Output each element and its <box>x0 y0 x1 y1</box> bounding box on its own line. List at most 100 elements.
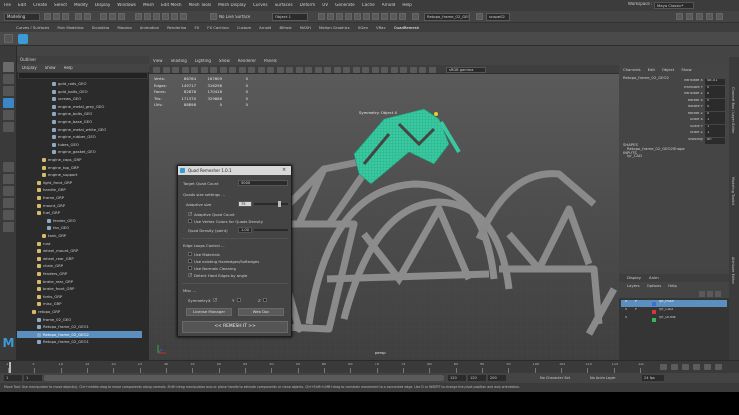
paint-select-icon[interactable] <box>3 86 14 96</box>
channel-attribute-value[interactable]: 1 <box>705 131 725 137</box>
range-start-field[interactable]: 1 <box>24 375 42 381</box>
channel-attribute-row[interactable]: Rotate Z0 <box>669 111 725 118</box>
menu-generate[interactable]: Generate <box>335 3 355 7</box>
viewport-toolbar-icon[interactable] <box>172 66 179 73</box>
select-by-name-icon[interactable] <box>476 13 483 20</box>
new-layer-icon[interactable] <box>715 291 721 297</box>
shelf-tab-sculpting[interactable]: Sculpting <box>92 26 110 30</box>
start-time-field[interactable]: 1 <box>4 375 22 381</box>
viewport-toolbar-icon[interactable] <box>181 66 189 73</box>
outliner-row[interactable]: Retopo_frame_02_GEO2 <box>17 330 142 339</box>
snap-curve-icon[interactable] <box>144 13 151 20</box>
outliner-row[interactable]: mount_GRP <box>37 202 149 210</box>
menu-modify[interactable]: Modify <box>74 3 88 7</box>
menu-set-dropdown[interactable]: Modeling <box>4 13 40 21</box>
viewport-toolbar-icon[interactable] <box>314 66 322 73</box>
viewport-toolbar-icon[interactable] <box>267 66 274 73</box>
range-bar[interactable] <box>44 375 444 381</box>
web-doc-button[interactable]: Web Doc <box>238 308 284 316</box>
outliner-row[interactable]: screws_GEO <box>52 95 149 103</box>
menu-arnold[interactable]: Arnold <box>382 3 396 7</box>
move-layer-up-icon[interactable] <box>699 291 705 297</box>
live-surface-icon[interactable] <box>210 13 217 20</box>
arnold-render-icon[interactable] <box>363 13 370 20</box>
viewport-toolbar-icon[interactable] <box>390 66 398 73</box>
outliner-row[interactable]: frame_GRP <box>37 194 149 202</box>
channel-attribute-row[interactable]: Rotate X0 <box>669 98 725 105</box>
symmetry-object-field[interactable]: Object 1 <box>272 13 308 21</box>
quad-density-input[interactable]: 1.00 <box>238 227 252 233</box>
quad-density-slider[interactable] <box>254 229 288 231</box>
layout-icon[interactable] <box>3 198 14 208</box>
outliner-row[interactable]: wheel_rear_GRP <box>37 255 149 263</box>
viewport-toolbar-icon[interactable] <box>419 66 426 73</box>
outliner-row[interactable]: misc_GRP <box>37 300 149 308</box>
snap-point-icon[interactable] <box>153 13 160 20</box>
edge-loops-section[interactable]: Edge Loops Control ... <box>183 243 225 248</box>
outliner-search-input[interactable] <box>18 72 148 79</box>
shelf-tab-vray[interactable]: VRay <box>376 26 386 30</box>
license-manager-button[interactable]: License Manager <box>186 308 232 316</box>
quadremesher-shelf-icon[interactable] <box>18 34 28 44</box>
menu-deform[interactable]: Deform <box>300 3 316 7</box>
scale-tool-icon[interactable] <box>3 122 14 132</box>
channel-attribute-value[interactable]: 0 <box>705 105 725 111</box>
outliner-row[interactable]: fenders_GRP <box>37 270 149 278</box>
channel-attribute-row[interactable]: Translate X 48.01 <box>669 79 725 85</box>
range-end-field[interactable]: 120 <box>448 375 466 381</box>
select-component-icon[interactable] <box>118 13 125 20</box>
outliner-row[interactable]: gold_bolts_GEO <box>52 88 149 96</box>
close-icon[interactable]: × <box>282 167 286 173</box>
viewport-toolbar-icon[interactable] <box>333 66 341 73</box>
hypershade-layout-icon[interactable] <box>3 222 14 232</box>
outliner-row[interactable]: engine_base_GEO <box>52 118 149 126</box>
channel-attribute-value[interactable]: 1 <box>705 118 725 124</box>
viewport-toolbar-icon[interactable] <box>248 66 255 73</box>
viewport-toolbar-icon[interactable] <box>286 66 293 73</box>
rotate-tool-icon[interactable] <box>3 110 14 120</box>
viewport-toolbar-icon[interactable] <box>371 66 379 73</box>
channel-box-icon[interactable] <box>716 13 723 20</box>
menu-mesh-tools[interactable]: Mesh Tools <box>189 3 212 7</box>
misc-section[interactable]: Misc ... <box>183 288 196 293</box>
sym-x-checkbox[interactable] <box>213 297 217 302</box>
viewport-toolbar-icon[interactable] <box>191 66 198 73</box>
channel-menu-object[interactable]: Object <box>662 68 674 72</box>
fps-dropdown[interactable]: 24 fps <box>642 375 664 381</box>
snap-view-icon[interactable] <box>162 13 169 20</box>
layer-tab-anim[interactable]: Anim <box>649 276 659 280</box>
channel-attribute-value[interactable]: 0 <box>705 92 725 98</box>
viewport-toolbar-icon[interactable] <box>153 66 160 73</box>
move-layer-down-icon[interactable] <box>707 291 713 297</box>
playback-end-icon[interactable] <box>715 364 722 370</box>
end-time-field[interactable]: 120 <box>468 375 486 381</box>
layer-tab-display[interactable]: Display <box>627 276 641 280</box>
play-back-icon[interactable] <box>682 364 689 370</box>
channel-attribute-value[interactable]: on <box>705 137 725 144</box>
layer-playback-toggle[interactable]: P <box>635 300 637 304</box>
outliner-row[interactable]: light_front_GRP <box>37 179 149 187</box>
viewport-toolbar-icon[interactable] <box>305 66 312 73</box>
character-set-dropdown[interactable]: No Character Set <box>540 375 580 381</box>
shelf-tab-quadremesh[interactable]: QuadRemesh <box>394 26 419 30</box>
menu-select[interactable]: Select <box>54 3 67 7</box>
four-view-icon[interactable] <box>3 174 14 184</box>
tool-settings-icon[interactable] <box>706 13 713 20</box>
playback-start-icon[interactable] <box>660 364 667 370</box>
viewport-menu-renderer[interactable]: Renderer <box>238 59 256 63</box>
new-scene-icon[interactable] <box>44 13 51 20</box>
hypershade-icon[interactable] <box>345 13 352 20</box>
vfb-icon[interactable] <box>381 13 388 20</box>
layer-row[interactable]: V Plyr_POLY <box>621 300 727 307</box>
layer-visibility-toggle[interactable]: V <box>625 300 627 304</box>
layer-menu-layers[interactable]: Layers <box>627 284 640 288</box>
menu-file[interactable]: File <box>4 3 11 7</box>
graph-layout-icon[interactable] <box>3 210 14 220</box>
layer-color-swatch[interactable] <box>652 309 656 314</box>
normals-cleaning-checkbox[interactable] <box>188 266 192 270</box>
adaptive-quad-count-checkbox[interactable] <box>188 211 192 216</box>
viewport-toolbar-icon[interactable] <box>295 66 303 73</box>
outliner-row[interactable]: engine_metal_grey_GEO <box>52 103 149 111</box>
adaptive-size-slider[interactable] <box>254 201 288 207</box>
menu-curves[interactable]: Curves <box>253 3 268 7</box>
